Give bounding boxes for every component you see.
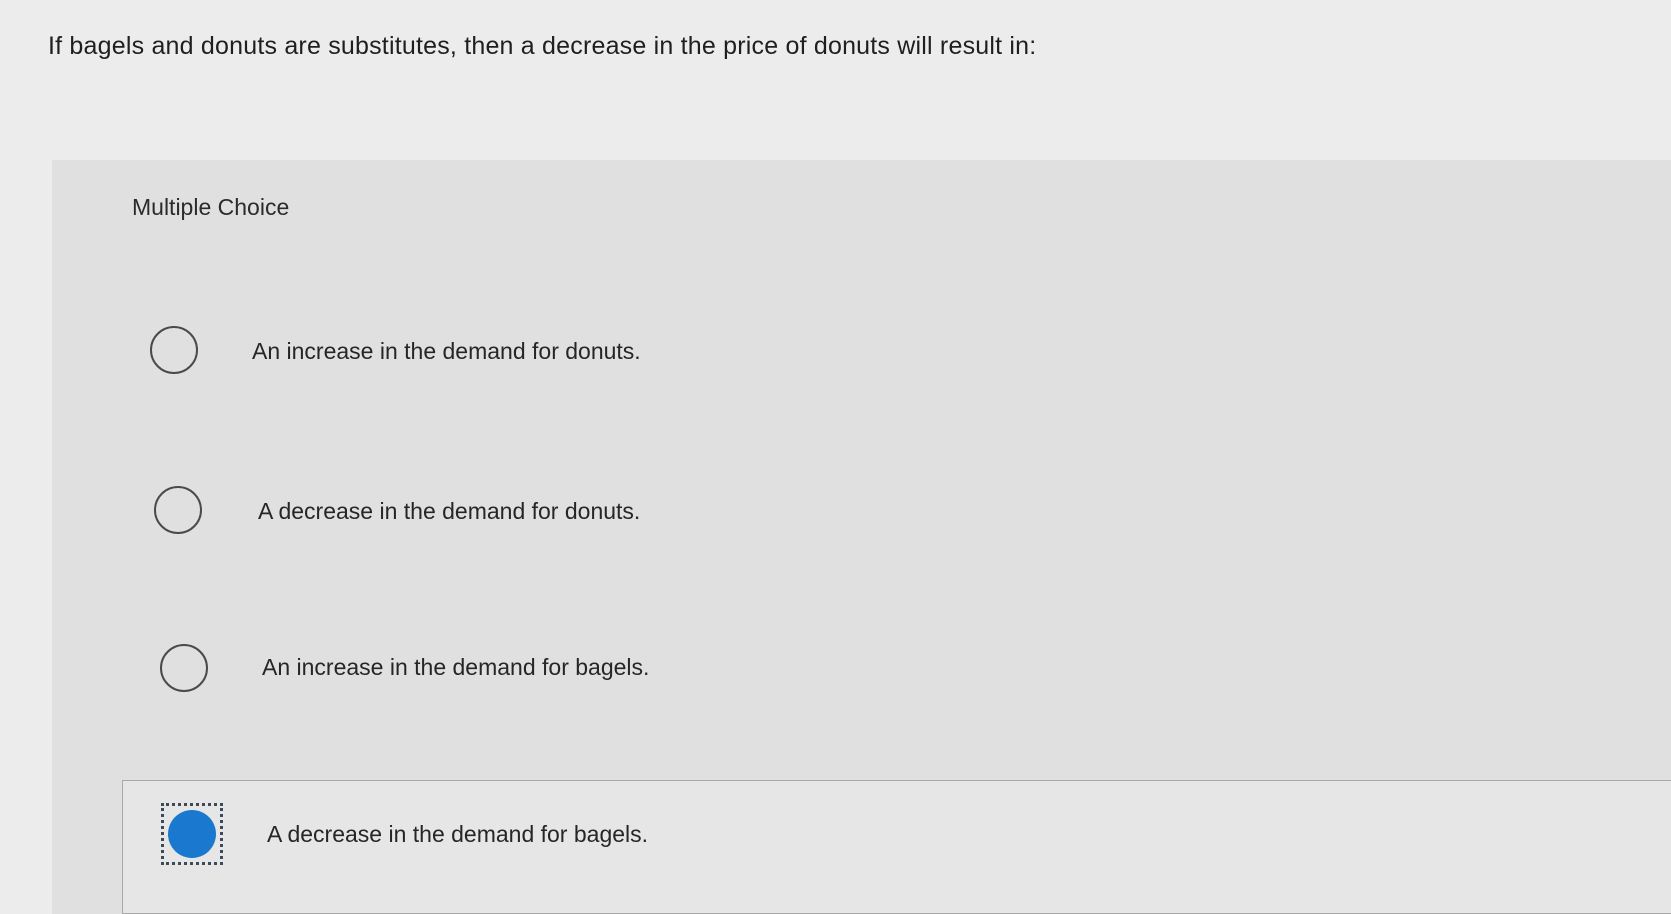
question-prompt: If bagels and donuts are substitutes, th… bbox=[48, 32, 1037, 60]
radio-button-unselected[interactable] bbox=[150, 326, 198, 374]
option-row-4-selected[interactable]: A decrease in the demand for bagels. bbox=[122, 780, 1671, 914]
panel-heading: Multiple Choice bbox=[132, 194, 290, 220]
option-row-1[interactable]: An increase in the demand for donuts. bbox=[122, 302, 1671, 426]
option-label: A decrease in the demand for donuts. bbox=[258, 498, 641, 524]
option-label: A decrease in the demand for bagels. bbox=[267, 821, 649, 847]
radio-button-unselected[interactable] bbox=[154, 486, 202, 534]
option-label: An increase in the demand for donuts. bbox=[252, 338, 641, 364]
option-label: An increase in the demand for bagels. bbox=[262, 654, 650, 680]
radio-button-selected[interactable] bbox=[168, 810, 216, 858]
option-row-2[interactable]: A decrease in the demand for donuts. bbox=[122, 458, 1671, 582]
option-row-3[interactable]: An increase in the demand for bagels. bbox=[122, 614, 1671, 738]
radio-button-unselected[interactable] bbox=[160, 644, 208, 692]
